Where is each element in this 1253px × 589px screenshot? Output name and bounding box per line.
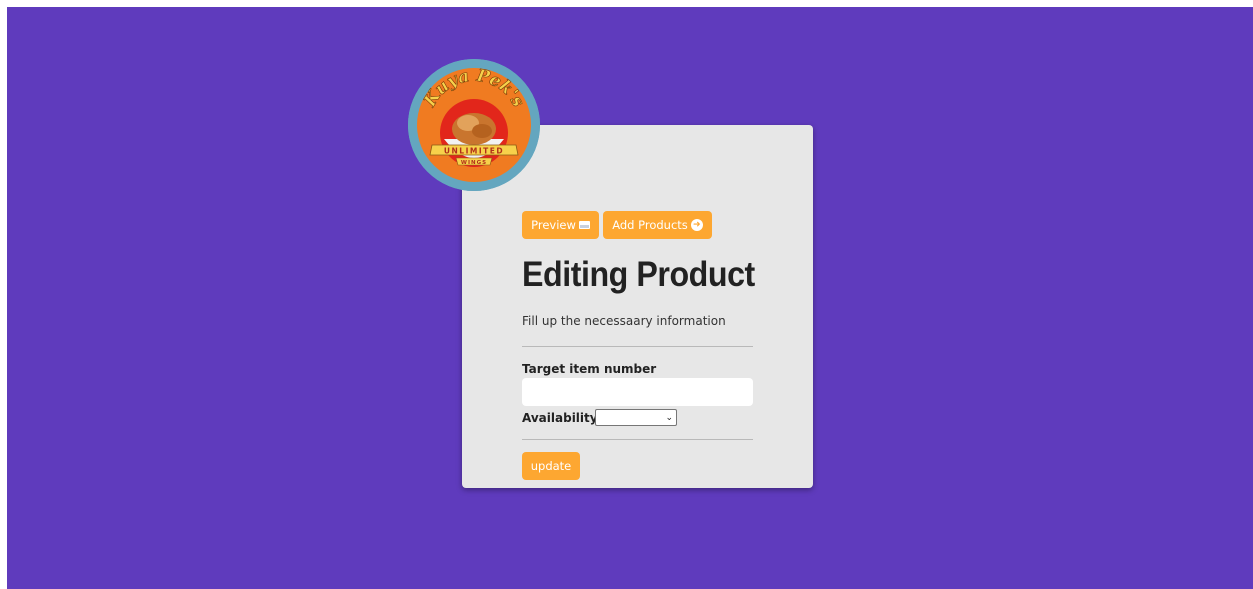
add-products-button-label: Add Products (612, 218, 688, 232)
logo-graphic: Kuya Pek's UNLIMITED WINGS (408, 59, 540, 191)
availability-select[interactable]: ⌄ (595, 409, 677, 426)
preview-button-label: Preview (531, 218, 576, 232)
page-subtitle: Fill up the necessaary information (522, 314, 726, 328)
target-item-label: Target item number (522, 362, 657, 376)
page-background: Kuya Pek's UNLIMITED WINGS Preview Add P… (7, 7, 1253, 589)
availability-label: Availability: (522, 411, 603, 425)
logo-sub-text: WINGS (461, 160, 487, 166)
image-icon (578, 221, 590, 229)
arrow-circle-right-icon: ➜ (690, 219, 703, 231)
divider-bottom (522, 439, 753, 440)
preview-button[interactable]: Preview (522, 211, 599, 239)
update-button[interactable]: update (522, 452, 580, 480)
page-title: Editing Product (522, 255, 755, 294)
add-products-button[interactable]: Add Products ➜ (603, 211, 712, 239)
chevron-down-icon: ⌄ (665, 412, 673, 422)
target-item-input[interactable] (522, 378, 753, 406)
brand-logo: Kuya Pek's UNLIMITED WINGS (408, 59, 540, 191)
divider-top (522, 346, 753, 347)
logo-band-text: UNLIMITED (444, 147, 504, 156)
